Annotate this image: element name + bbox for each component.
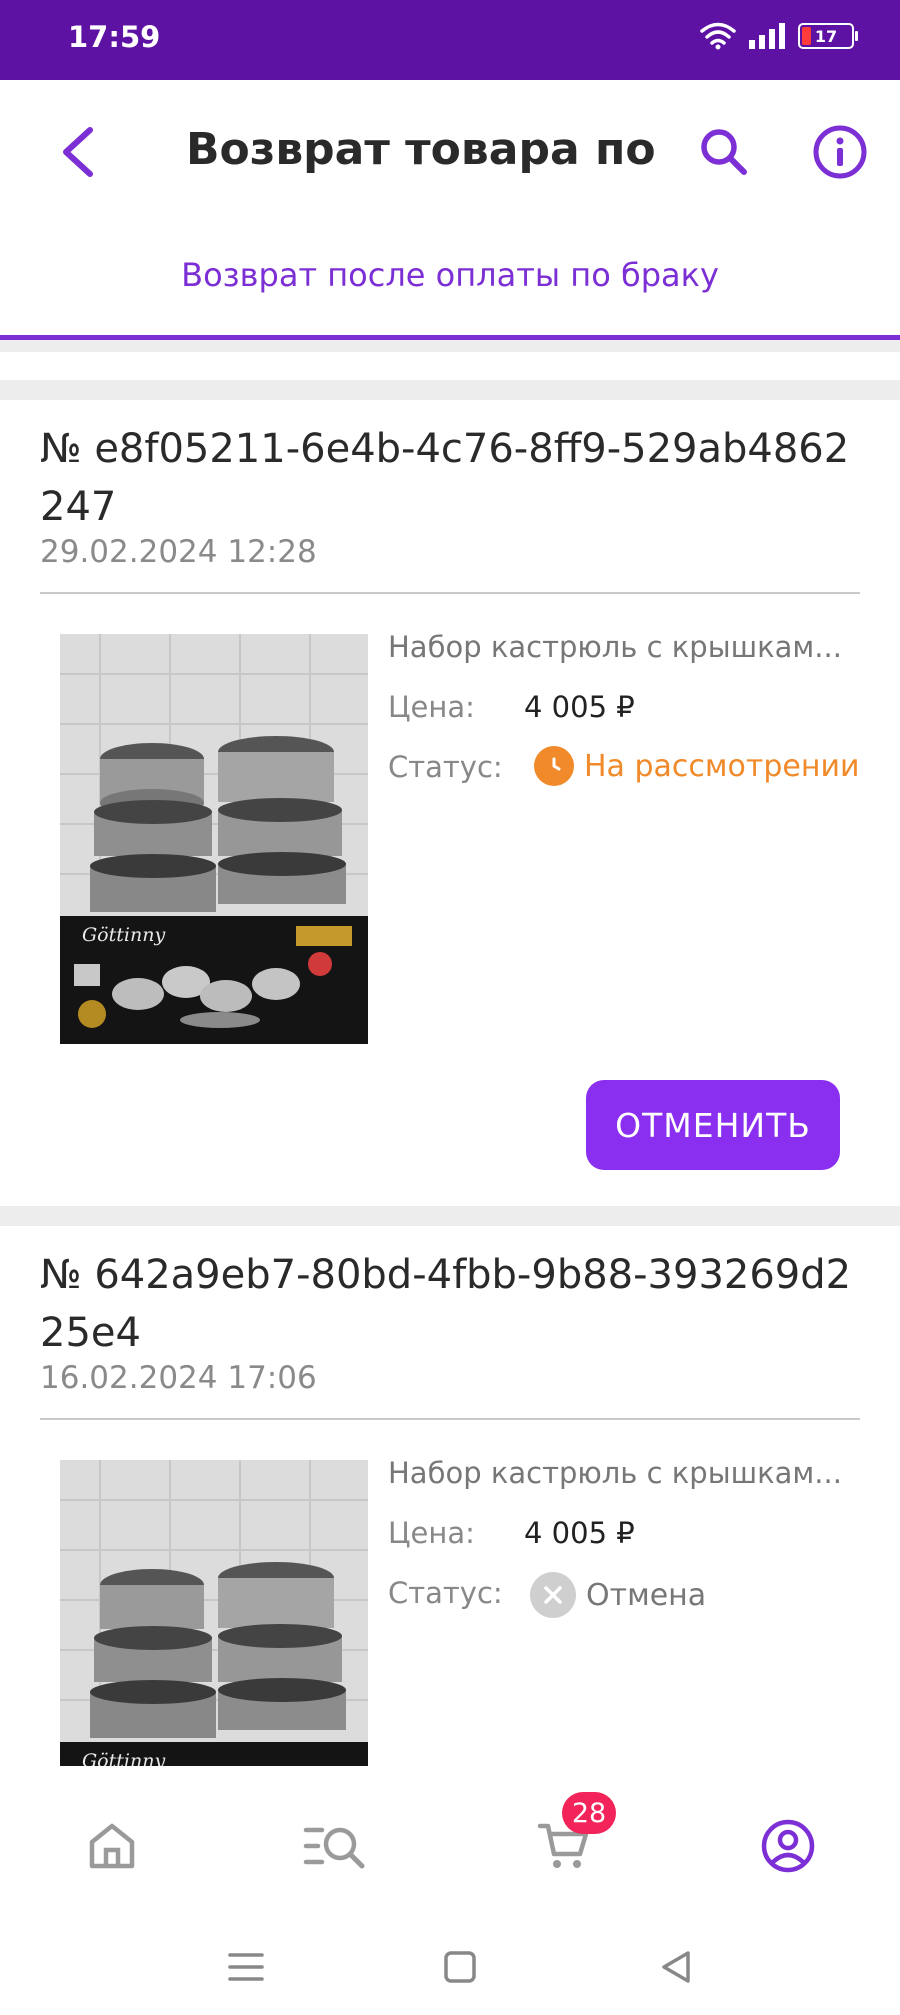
price-value: 4 005 ₽	[524, 690, 635, 724]
battery-level: 17	[814, 26, 838, 46]
order-date: 16.02.2024 17:06	[40, 1360, 317, 1396]
product-name[interactable]: Набор кастрюль с крышкам...	[388, 630, 848, 664]
info-button[interactable]	[812, 124, 868, 180]
cookware-photo	[60, 634, 368, 1044]
chevron-left-icon	[63, 127, 93, 177]
system-back-button[interactable]	[646, 1942, 706, 1992]
status-time: 17:59	[68, 20, 161, 54]
order-date: 29.02.2024 12:28	[40, 534, 317, 570]
card-divider	[40, 1418, 860, 1420]
x-circle-icon	[530, 1572, 576, 1618]
battery-icon: 17	[798, 23, 858, 49]
profile-icon	[761, 1819, 815, 1873]
status-bar: 17:59 17	[0, 0, 900, 80]
cancel-button[interactable]: ОТМЕНИТЬ	[586, 1080, 840, 1170]
status-text: На рассмотрении	[584, 748, 860, 784]
price-label: Цена:	[388, 690, 475, 724]
back-triangle-icon	[662, 1951, 690, 1983]
tab-indicator	[0, 335, 900, 340]
status-text: Отмена	[586, 1577, 707, 1613]
home-icon	[89, 1823, 135, 1869]
price-label: Цена:	[388, 1516, 475, 1550]
product-image[interactable]: Göttinny	[60, 634, 368, 1044]
price-value: 4 005 ₽	[524, 1516, 635, 1550]
wifi-icon	[700, 22, 736, 50]
signal-icon	[749, 23, 785, 49]
back-button[interactable]	[56, 120, 100, 184]
status-icons: 17	[700, 22, 858, 50]
home-square-icon	[444, 1951, 476, 1983]
order-number: № e8f05211-6e4b-4c76-8ff9-529ab4862247	[40, 426, 850, 530]
clock-icon	[534, 746, 574, 786]
nav-catalog[interactable]	[296, 1806, 376, 1886]
tab-defect-return[interactable]: Возврат после оплаты по браку	[0, 256, 900, 294]
status-label: Статус:	[388, 750, 503, 784]
bottom-nav: 28	[0, 1766, 900, 1916]
search-button[interactable]	[696, 124, 752, 180]
nav-profile[interactable]	[748, 1806, 828, 1886]
list-top-spacer	[0, 352, 900, 380]
page-title: Возврат товара по бр	[186, 124, 666, 175]
menu-icon	[228, 1953, 264, 1981]
catalog-search-icon	[303, 1827, 365, 1869]
return-order-card: № e8f05211-6e4b-4c76-8ff9-529ab4862247 2…	[0, 400, 900, 1206]
product-name[interactable]: Набор кастрюль с крышкам...	[388, 1456, 848, 1490]
status-label: Статус:	[388, 1576, 503, 1610]
status-badge: На рассмотрении	[534, 746, 859, 786]
info-icon	[813, 125, 867, 179]
app-header: Возврат товара по бр Возврат после оплат…	[0, 80, 900, 340]
card-divider	[40, 592, 860, 594]
return-order-card: № 642a9eb7-80bd-4fbb-9b88-393269d225e4 1…	[0, 1226, 900, 1786]
order-number: № 642a9eb7-80bd-4fbb-9b88-393269d225e4	[40, 1252, 852, 1356]
system-menu-button[interactable]	[216, 1942, 276, 1992]
status-badge: Отмена	[530, 1572, 706, 1618]
system-nav-bar	[0, 1916, 900, 2015]
nav-home[interactable]	[72, 1806, 152, 1886]
search-icon	[701, 129, 747, 175]
system-home-button[interactable]	[430, 1942, 490, 1992]
product-image[interactable]: Göttinny	[60, 1460, 368, 1786]
cookware-photo	[60, 1460, 368, 1786]
product-brand: Göttinny	[82, 924, 166, 946]
cart-count-badge: 28	[562, 1792, 616, 1834]
